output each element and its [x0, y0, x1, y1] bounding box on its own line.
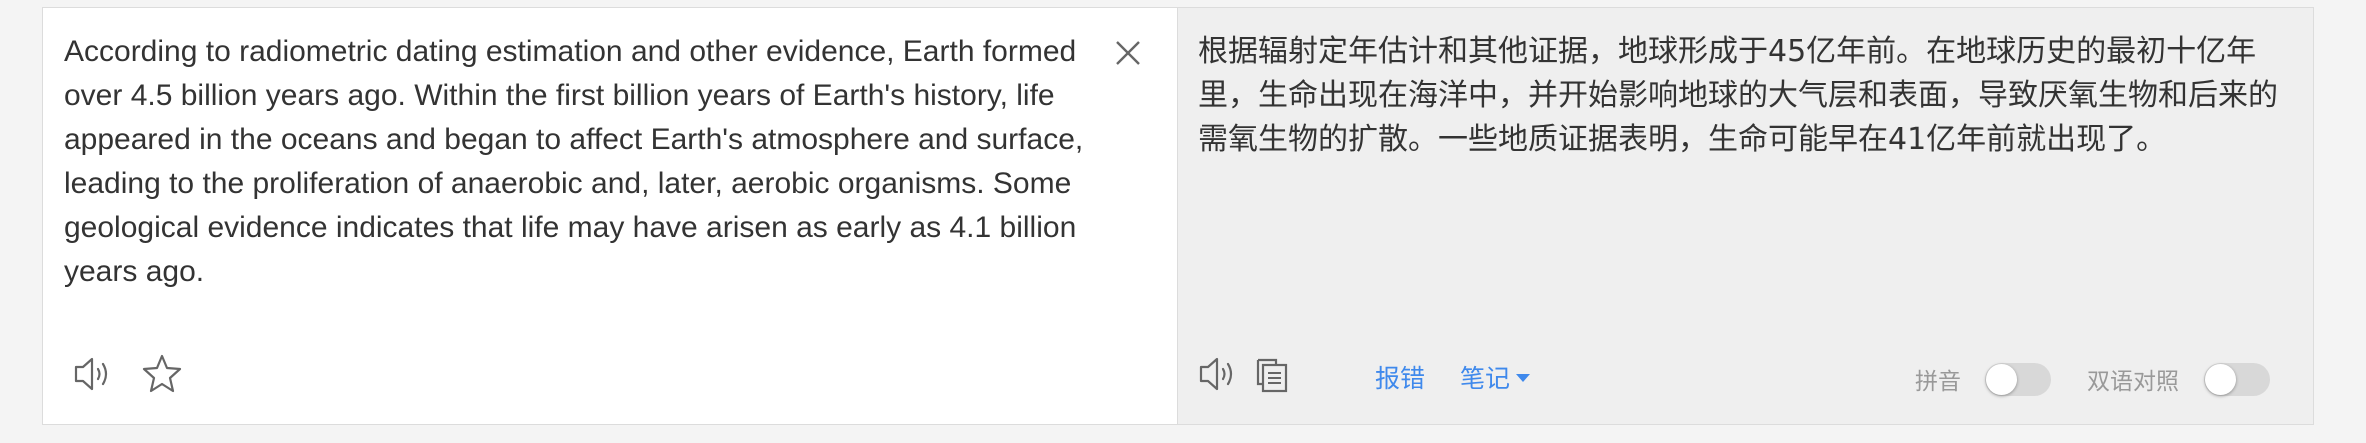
copy-button[interactable] — [1250, 352, 1294, 396]
speak-source-button[interactable] — [71, 352, 115, 396]
notes-dropdown[interactable]: 笔记 — [1460, 359, 1531, 395]
toggle-knob — [1986, 364, 2017, 395]
copy-icon — [1256, 358, 1288, 393]
pinyin-toggle[interactable] — [1985, 363, 2051, 396]
target-pane: 根据辐射定年估计和其他证据，地球形成于45亿年前。在地球历史的最初十亿年里，生命… — [1178, 8, 2313, 424]
pinyin-label: 拼音 — [1915, 369, 1961, 395]
source-pane[interactable]: According to radiometric dating estimati… — [43, 8, 1178, 424]
favorite-button[interactable] — [140, 352, 184, 396]
translated-text: 根据辐射定年估计和其他证据，地球形成于45亿年前。在地球历史的最初十亿年里，生命… — [1198, 34, 2278, 157]
bilingual-toggle[interactable] — [2204, 363, 2270, 396]
toggle-knob — [2205, 364, 2236, 395]
speak-translation-button[interactable] — [1196, 352, 1240, 396]
chevron-down-icon — [1516, 374, 1531, 382]
source-text[interactable]: According to radiometric dating estimati… — [64, 30, 1084, 294]
translation-panel: According to radiometric dating estimati… — [42, 7, 2314, 425]
speaker-icon — [1199, 357, 1233, 391]
close-icon — [1116, 41, 1140, 65]
speaker-icon — [74, 357, 108, 391]
bilingual-label: 双语对照 — [2087, 369, 2179, 395]
report-error-link[interactable]: 报错 — [1375, 359, 1425, 395]
notes-label: 笔记 — [1460, 364, 1511, 393]
star-icon — [142, 354, 182, 393]
clear-button[interactable] — [1111, 36, 1145, 70]
